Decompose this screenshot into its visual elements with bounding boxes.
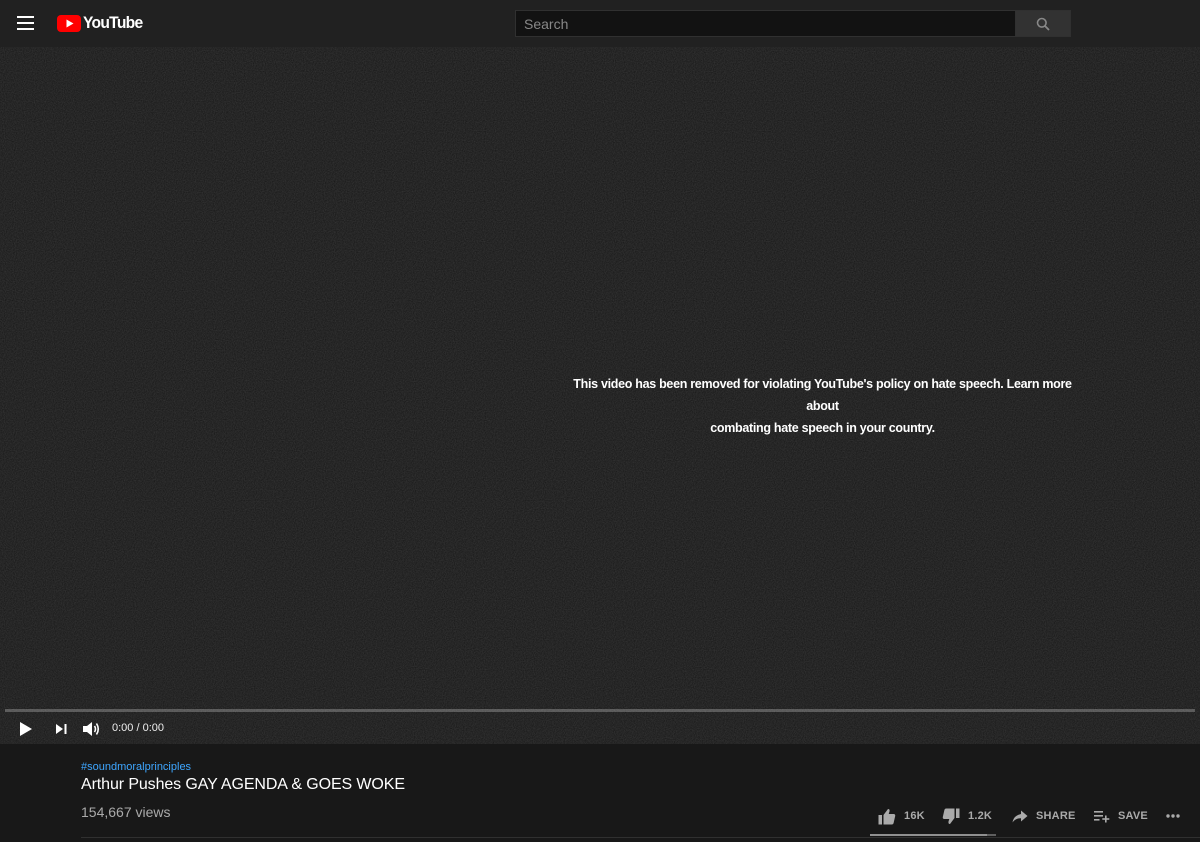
search-box: [515, 10, 1071, 37]
video-info: #soundmoralprinciples Arthur Pushes GAY …: [0, 744, 1200, 842]
more-icon: [1166, 814, 1180, 818]
playlist-add-icon: [1094, 810, 1110, 822]
logo-text: YouTube: [83, 13, 143, 32]
save-label: SAVE: [1118, 810, 1148, 822]
volume-icon: [82, 722, 99, 736]
volume-button[interactable]: [80, 719, 102, 739]
video-title: Arthur Pushes GAY AGENDA & GOES WOKE: [81, 776, 405, 793]
sentiment-bar: [870, 834, 996, 836]
more-actions-button[interactable]: [1166, 802, 1180, 830]
save-button[interactable]: SAVE: [1094, 802, 1148, 830]
progress-bar[interactable]: [5, 709, 1195, 712]
sentiment-bar-fill: [870, 834, 988, 836]
like-button[interactable]: 16K: [878, 802, 925, 830]
next-button[interactable]: [51, 719, 71, 739]
share-icon: [1012, 810, 1028, 822]
menu-icon[interactable]: [14, 11, 38, 35]
play-icon: [20, 722, 32, 736]
dislike-button[interactable]: 1.2K: [942, 802, 992, 830]
search-button[interactable]: [1015, 10, 1071, 37]
like-count: 16K: [904, 810, 925, 822]
thumbs-down-icon: [942, 808, 960, 824]
masthead: YouTube: [0, 0, 1200, 47]
search-icon: [1036, 17, 1050, 31]
share-label: SHARE: [1036, 810, 1076, 822]
youtube-logo-icon: [57, 14, 81, 32]
next-icon: [55, 724, 66, 734]
thumbs-up-icon: [878, 808, 896, 824]
view-count: 154,667 views: [81, 804, 171, 820]
search-input[interactable]: [515, 10, 1015, 37]
youtube-logo[interactable]: YouTube: [57, 13, 148, 33]
removed-message: This video has been removed for violatin…: [560, 373, 1085, 439]
dislike-count: 1.2K: [968, 810, 993, 822]
removed-message-line1: This video has been removed for violatin…: [573, 377, 1072, 413]
removed-message-link[interactable]: combating hate speech in your country.: [710, 421, 935, 435]
info-divider: [81, 837, 1200, 838]
share-button[interactable]: SHARE: [1012, 802, 1076, 830]
video-player[interactable]: This video has been removed for violatin…: [0, 47, 1200, 744]
player-controls: 0:00 / 0:00: [0, 714, 1200, 744]
play-button[interactable]: [16, 719, 36, 739]
time-display: 0:00 / 0:00: [112, 722, 164, 734]
hashtag-link[interactable]: #soundmoralprinciples: [81, 761, 191, 773]
